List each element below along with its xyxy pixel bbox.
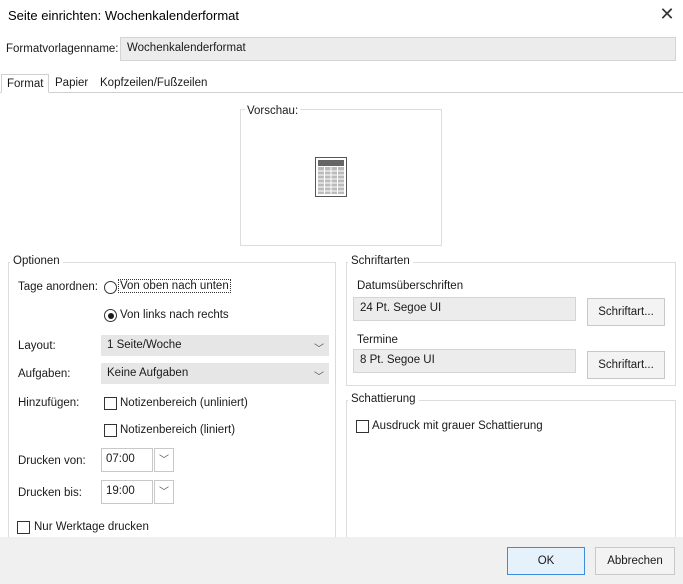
radio-left-to-right-label[interactable]: Von links nach rechts (120, 309, 229, 321)
print-from-label: Drucken von: (18, 455, 86, 467)
dialog-footer: OK Abbrechen (0, 537, 683, 584)
style-name-field: Wochenkalenderformat (120, 37, 676, 61)
arrange-days-label: Tage anordnen: (18, 281, 98, 293)
style-name-value: Wochenkalenderformat (127, 42, 246, 54)
chevron-down-icon: ﹀ (314, 344, 324, 355)
print-from-value: 07:00 (106, 453, 135, 465)
appointments-field: 8 Pt. Segoe UI (353, 349, 576, 373)
layout-label: Layout: (18, 340, 56, 352)
options-group-title: Optionen (10, 255, 63, 267)
date-headings-font-button[interactable]: Schriftart... (587, 298, 665, 326)
tab-format[interactable]: Format (1, 74, 50, 93)
print-to-field[interactable]: 19:00 (101, 480, 153, 504)
add-label: Hinzufügen: (18, 397, 80, 409)
title-bar: Seite einrichten: Wochenkalenderformat ✕ (0, 0, 683, 30)
tasks-value: Keine Aufgaben (107, 367, 189, 379)
shading-group-title: Schattierung (348, 393, 419, 405)
date-headings-label: Datumsüberschriften (357, 280, 464, 292)
print-to-dropdown[interactable]: ﹀ (154, 480, 174, 504)
print-to-label: Drucken bis: (18, 487, 82, 499)
style-name-label: Formatvorlagenname: (6, 43, 119, 55)
calendar-page-preview-icon (315, 157, 347, 197)
ok-button[interactable]: OK (507, 547, 585, 575)
date-headings-value: 24 Pt. Segoe UI (360, 302, 442, 314)
fonts-group-title: Schriftarten (348, 255, 413, 267)
close-icon[interactable]: ✕ (656, 3, 678, 25)
appointments-value: 8 Pt. Segoe UI (360, 354, 435, 366)
preview-label: Vorschau: (245, 105, 301, 117)
checkbox-notes-unlined[interactable] (104, 397, 117, 410)
checkbox-workdays-only-label[interactable]: Nur Werktage drucken (34, 521, 149, 533)
tasks-label: Aufgaben: (18, 368, 71, 380)
layout-value: 1 Seite/Woche (107, 339, 182, 351)
tab-papier[interactable]: Papier (50, 74, 93, 92)
print-from-field[interactable]: 07:00 (101, 448, 153, 472)
radio-top-to-bottom[interactable] (104, 281, 117, 294)
checkbox-gray-shading-label[interactable]: Ausdruck mit grauer Schattierung (372, 420, 543, 432)
tab-bar-divider (0, 92, 683, 93)
chevron-down-icon: ﹀ (159, 455, 169, 466)
appointments-font-button[interactable]: Schriftart... (587, 351, 665, 379)
appointments-label: Termine (357, 334, 398, 346)
chevron-down-icon: ﹀ (159, 487, 169, 498)
preview-panel: Vorschau: (240, 105, 442, 246)
checkbox-workdays-only[interactable] (17, 521, 30, 534)
checkbox-notes-lined[interactable] (104, 424, 117, 437)
tasks-combobox[interactable]: Keine Aufgaben ﹀ (101, 363, 329, 384)
print-to-value: 19:00 (106, 485, 135, 497)
checkbox-notes-unlined-label[interactable]: Notizenbereich (unliniert) (120, 397, 248, 409)
checkbox-notes-lined-label[interactable]: Notizenbereich (liniert) (120, 424, 235, 436)
window-title: Seite einrichten: Wochenkalenderformat (8, 8, 239, 23)
layout-combobox[interactable]: 1 Seite/Woche ﹀ (101, 335, 329, 356)
tab-kopfzeilen-fusszeilen[interactable]: Kopfzeilen/Fußzeilen (95, 74, 212, 92)
radio-left-to-right[interactable] (104, 309, 117, 322)
print-from-dropdown[interactable]: ﹀ (154, 448, 174, 472)
date-headings-field: 24 Pt. Segoe UI (353, 297, 576, 321)
cancel-button[interactable]: Abbrechen (595, 547, 675, 575)
radio-top-to-bottom-label[interactable]: Von oben nach unten (118, 279, 231, 293)
chevron-down-icon: ﹀ (314, 372, 324, 383)
checkbox-gray-shading[interactable] (356, 420, 369, 433)
